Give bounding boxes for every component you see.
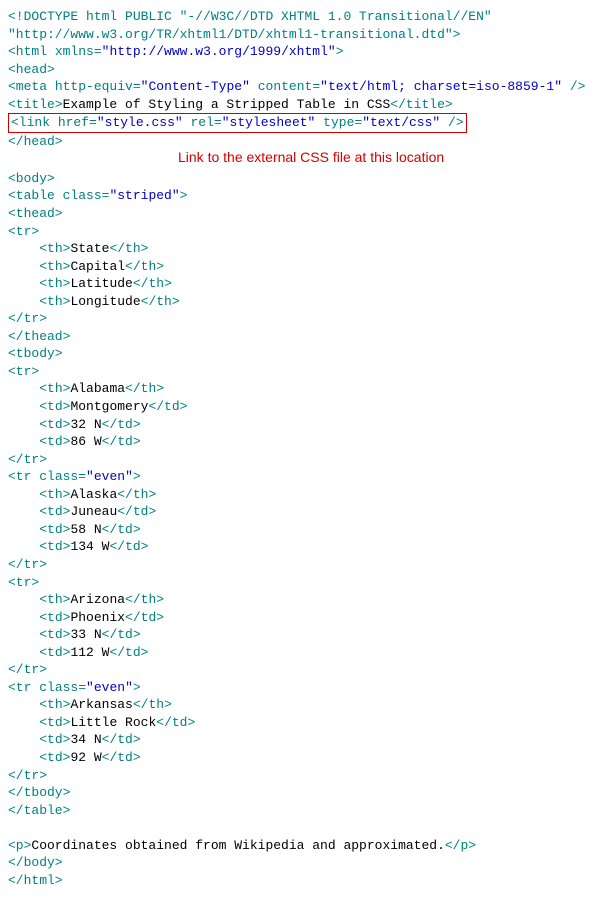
row2-lon: 112 W — [70, 645, 109, 660]
table-class: striped — [117, 188, 172, 203]
th-capital: Capital — [70, 259, 125, 274]
link-rel: stylesheet — [230, 115, 308, 130]
row2-lat: 33 N — [70, 627, 101, 642]
row1-lat: 58 N — [70, 522, 101, 537]
row3-lon: 92 W — [70, 750, 101, 765]
th-longitude: Longitude — [70, 294, 140, 309]
row0-lon: 86 W — [70, 434, 101, 449]
title-text: Example of Styling a Stripped Table in C… — [63, 97, 391, 112]
row1-capital: Juneau — [70, 504, 117, 519]
link-type: text/css — [370, 115, 432, 130]
row1-state: Alaska — [70, 487, 117, 502]
doctype-line2: "http://www.w3.org/TR/xhtml1/DTD/xhtml1-… — [8, 27, 460, 42]
row3-capital: Little Rock — [70, 715, 156, 730]
row1-class: even — [94, 469, 125, 484]
meta-http-equiv: Content-Type — [148, 79, 242, 94]
th-state: State — [70, 241, 109, 256]
th-latitude: Latitude — [70, 276, 132, 291]
row1-lon: 134 W — [70, 539, 109, 554]
link-href: style.css — [105, 115, 175, 130]
row3-state: Arkansas — [70, 697, 132, 712]
row2-state: Arizona — [70, 592, 125, 607]
row3-class: even — [94, 680, 125, 695]
row0-state: Alabama — [70, 381, 125, 396]
xmlns-value: http://www.w3.org/1999/xhtml — [109, 44, 327, 59]
annotation-text: Link to the external CSS file at this lo… — [178, 148, 444, 167]
row0-lat: 32 N — [70, 417, 101, 432]
meta-content: text/html; charset=iso-8859-1 — [328, 79, 554, 94]
row2-capital: Phoenix — [70, 610, 125, 625]
code-block: <!DOCTYPE html PUBLIC "-//W3C//DTD XHTML… — [8, 8, 575, 889]
footer-paragraph: Coordinates obtained from Wikipedia and … — [31, 838, 444, 853]
row3-lat: 34 N — [70, 732, 101, 747]
doctype-line1: <!DOCTYPE html PUBLIC "-//W3C//DTD XHTML… — [8, 9, 492, 24]
highlighted-link-line: <link href="style.css" rel="stylesheet" … — [8, 113, 467, 133]
row0-capital: Montgomery — [70, 399, 148, 414]
